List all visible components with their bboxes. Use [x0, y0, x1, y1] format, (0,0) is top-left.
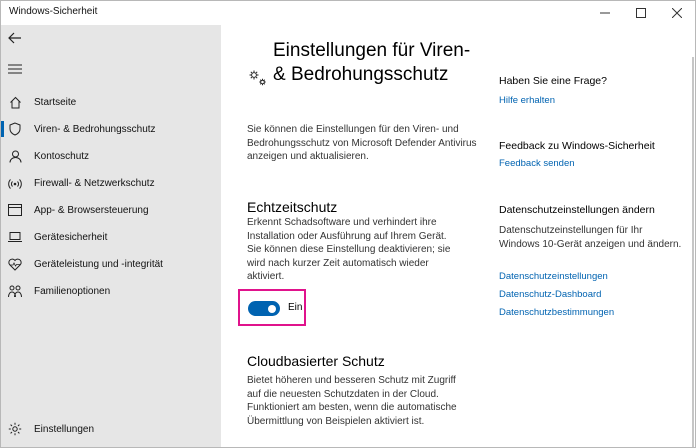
realtime-description: Erkennt Schadsoftware und verhindert ihr…: [247, 217, 451, 282]
sidebar-item-geraeteleistung[interactable]: Geräteleistung und -integrität: [1, 251, 221, 277]
main-content: Einstellungen für Viren- & Bedrohungssch…: [221, 25, 695, 447]
feedback-link[interactable]: Feedback senden: [499, 158, 575, 169]
heart-icon: [8, 257, 22, 271]
privacy-title: Datenschutzeinstellungen ändern: [499, 204, 655, 216]
help-link[interactable]: Hilfe erhalten: [499, 95, 555, 106]
laptop-icon: [8, 230, 22, 244]
privacy-description: Datenschutzeinstellungen für Ihr Windows…: [499, 225, 682, 250]
sidebar-item-label: Firewall- & Netzwerkschutz: [34, 177, 155, 189]
sidebar-item-label: Viren- & Bedrohungsschutz: [34, 123, 156, 135]
app-window: Windows-Sicherheit Startseite Viren- & B…: [0, 0, 696, 448]
sidebar-item-label: Gerätesicherheit: [34, 231, 108, 243]
realtime-title: Echtzeitschutz: [247, 199, 338, 215]
browser-icon: [8, 203, 22, 217]
scrollbar[interactable]: [692, 57, 694, 447]
privacy-statement-link[interactable]: Datenschutzbestimmungen: [499, 307, 614, 318]
minimize-button[interactable]: [587, 1, 623, 25]
network-icon: [8, 176, 22, 190]
sidebar-item-label: Familienoptionen: [34, 285, 111, 297]
home-icon: [8, 95, 22, 109]
sidebar-item-familienoptionen[interactable]: Familienoptionen: [1, 278, 221, 304]
privacy-dashboard-link[interactable]: Datenschutz-Dashboard: [499, 289, 601, 300]
question-title: Haben Sie eine Frage?: [499, 75, 607, 87]
hamburger-icon: [8, 64, 22, 74]
sidebar-item-label: Startseite: [34, 96, 77, 108]
privacy-settings-link[interactable]: Datenschutzeinstellungen: [499, 271, 608, 282]
window-title: Windows-Sicherheit: [9, 6, 98, 17]
sidebar: Startseite Viren- & Bedrohungsschutz Kon…: [1, 25, 221, 447]
back-button[interactable]: [7, 30, 27, 50]
sidebar-item-startseite[interactable]: Startseite: [1, 89, 221, 115]
cloud-title: Cloudbasierter Schutz: [247, 353, 385, 369]
sidebar-item-label: Geräteleistung und -integrität: [34, 258, 163, 270]
close-icon: [672, 8, 682, 18]
gear-icon: [8, 422, 22, 436]
realtime-toggle[interactable]: [248, 301, 280, 316]
maximize-icon: [636, 8, 646, 18]
page-title: Einstellungen für Viren- & Bedrohungssch…: [273, 40, 471, 85]
sidebar-item-firewall[interactable]: Firewall- & Netzwerkschutz: [1, 170, 221, 196]
realtime-toggle-highlight: Ein: [238, 289, 306, 326]
toggle-state-label: Ein: [288, 302, 303, 313]
feedback-title: Feedback zu Windows-Sicherheit: [499, 140, 655, 152]
sidebar-item-label: App- & Browsersteuerung: [34, 204, 149, 216]
cloud-description: Bietet höheren und besseren Schutz mit Z…: [247, 375, 457, 427]
intro-text: Sie können die Einstellungen für den Vir…: [247, 124, 477, 162]
sidebar-item-virenschutz[interactable]: Viren- & Bedrohungsschutz: [1, 116, 221, 142]
toggle-knob: [268, 304, 276, 313]
sidebar-item-kontoschutz[interactable]: Kontoschutz: [1, 143, 221, 169]
family-icon: [8, 284, 22, 298]
sidebar-item-label: Einstellungen: [34, 423, 95, 435]
close-button[interactable]: [659, 1, 695, 25]
arrow-left-icon: [8, 32, 21, 44]
sidebar-item-geraetesicherheit[interactable]: Gerätesicherheit: [1, 224, 221, 250]
shield-icon: [8, 122, 22, 136]
sidebar-item-label: Kontoschutz: [34, 150, 90, 162]
person-icon: [8, 149, 22, 163]
maximize-button[interactable]: [623, 1, 659, 25]
settings-gears-icon: [247, 67, 269, 89]
sidebar-item-einstellungen[interactable]: Einstellungen: [1, 416, 221, 442]
title-bar: Windows-Sicherheit: [1, 1, 695, 25]
menu-button[interactable]: [8, 61, 24, 74]
minimize-icon: [600, 12, 610, 14]
sidebar-item-app-browser[interactable]: App- & Browsersteuerung: [1, 197, 221, 223]
